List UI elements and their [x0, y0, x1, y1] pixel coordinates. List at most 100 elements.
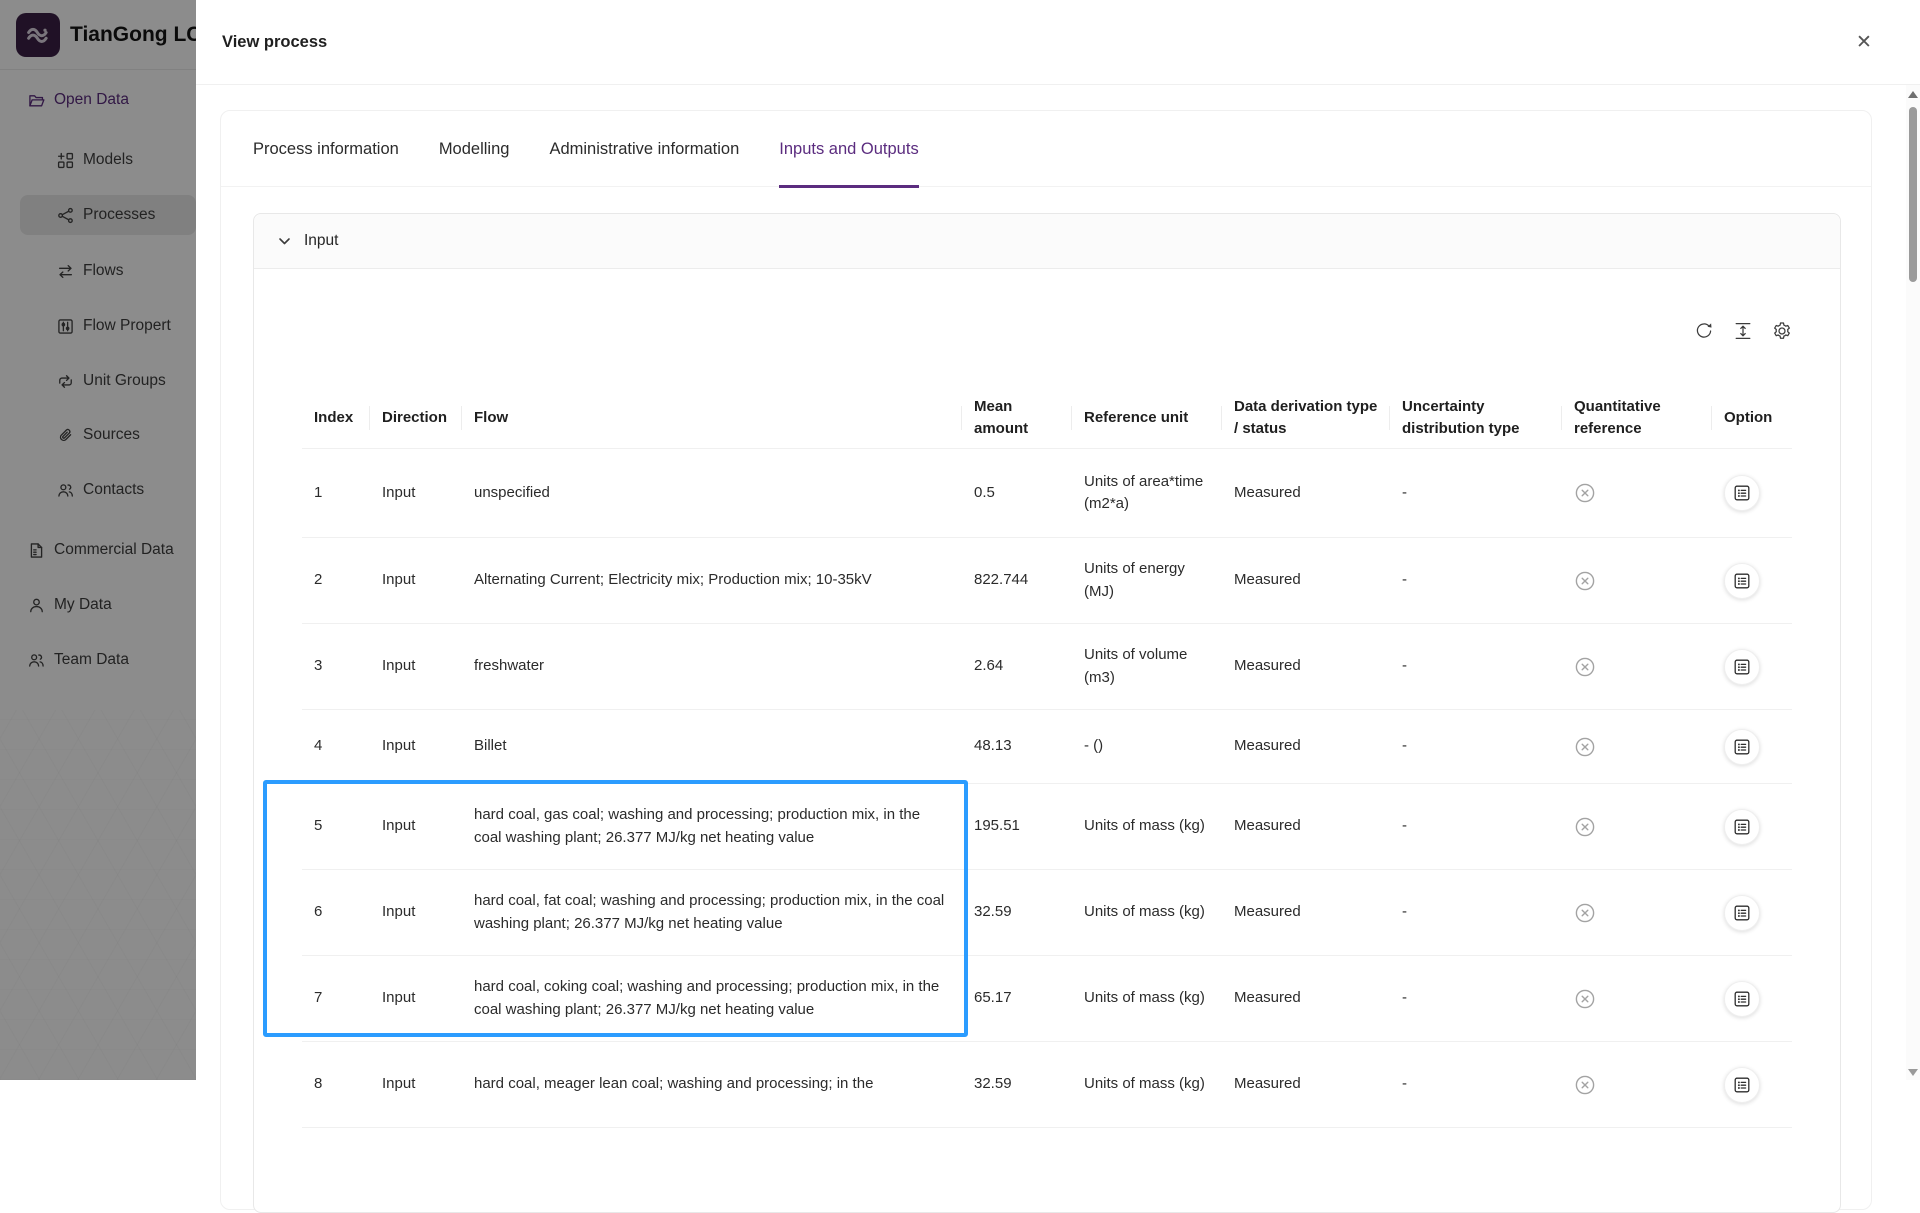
close-circle-icon [1574, 482, 1596, 504]
cell-mean-amount: 2.64 [962, 624, 1072, 709]
cell-data-derivation: Measured [1222, 538, 1390, 623]
scrollbar[interactable] [1906, 85, 1920, 1080]
cell-quantitative-reference [1562, 538, 1712, 623]
tab-bar: Process information Modelling Administra… [221, 111, 1871, 187]
triangle-up-icon[interactable] [1908, 91, 1918, 98]
tab-administrative-information[interactable]: Administrative information [549, 111, 739, 187]
cell-quantitative-reference [1562, 784, 1712, 869]
settings-gear-icon[interactable] [1772, 321, 1792, 341]
option-button[interactable] [1724, 895, 1760, 931]
cell-index: 4 [302, 710, 370, 783]
table-row: 1 Input unspecified 0.5 Units of area*ti… [302, 449, 1792, 538]
view-process-modal: View process ✕ Process information Model… [196, 0, 1920, 1080]
close-circle-icon [1574, 816, 1596, 838]
cell-direction: Input [370, 956, 462, 1041]
modal-title: View process [222, 0, 327, 84]
option-button[interactable] [1724, 1067, 1760, 1103]
cell-mean-amount: 195.51 [962, 784, 1072, 869]
col-header-direction: Direction [370, 388, 462, 448]
cell-uncertainty: - [1390, 449, 1562, 537]
cell-data-derivation: Measured [1222, 449, 1390, 537]
cell-reference-unit: Units of volume (m3) [1072, 624, 1222, 709]
input-collapse-header[interactable]: Input [254, 214, 1840, 269]
section-title: Input [304, 232, 338, 250]
table-row: 7 Input hard coal, coking coal; washing … [302, 956, 1792, 1042]
modal-header-divider [196, 84, 1920, 85]
table-toolbar [302, 319, 1792, 343]
cell-option [1712, 710, 1792, 783]
cell-mean-amount: 65.17 [962, 956, 1072, 1041]
cell-option [1712, 956, 1792, 1041]
cell-index: 1 [302, 449, 370, 537]
cell-data-derivation: Measured [1222, 784, 1390, 869]
cell-uncertainty: - [1390, 710, 1562, 783]
cell-quantitative-reference [1562, 870, 1712, 955]
cell-index: 3 [302, 624, 370, 709]
option-button[interactable] [1724, 649, 1760, 685]
cell-data-derivation: Measured [1222, 710, 1390, 783]
input-collapse-panel: Input Index Direc [253, 213, 1841, 1213]
close-circle-icon [1574, 570, 1596, 592]
cell-index: 8 [302, 1042, 370, 1127]
close-circle-icon [1574, 736, 1596, 758]
cell-uncertainty: - [1390, 956, 1562, 1041]
close-icon[interactable]: ✕ [1848, 26, 1880, 58]
option-button[interactable] [1724, 981, 1760, 1017]
tab-process-information[interactable]: Process information [253, 111, 399, 187]
cell-uncertainty: - [1390, 784, 1562, 869]
cell-reference-unit: Units of energy (MJ) [1072, 538, 1222, 623]
cell-option [1712, 1042, 1792, 1127]
col-header-flow: Flow [462, 388, 962, 448]
cell-uncertainty: - [1390, 1042, 1562, 1127]
table-row: 3 Input freshwater 2.64 Units of volume … [302, 624, 1792, 710]
tab-modelling[interactable]: Modelling [439, 111, 510, 187]
triangle-down-icon[interactable] [1908, 1069, 1918, 1076]
tab-inputs-and-outputs[interactable]: Inputs and Outputs [779, 111, 918, 187]
close-circle-icon [1574, 656, 1596, 678]
cell-mean-amount: 32.59 [962, 870, 1072, 955]
cell-option [1712, 538, 1792, 623]
cell-flow: unspecified [462, 449, 962, 537]
option-button[interactable] [1724, 729, 1760, 765]
cell-index: 6 [302, 870, 370, 955]
cell-direction: Input [370, 624, 462, 709]
cell-uncertainty: - [1390, 538, 1562, 623]
cell-index: 7 [302, 956, 370, 1041]
scrollbar-thumb[interactable] [1909, 107, 1917, 282]
table-row: 5 Input hard coal, gas coal; washing and… [302, 784, 1792, 870]
cell-reference-unit: Units of mass (kg) [1072, 956, 1222, 1041]
col-header-option: Option [1712, 388, 1792, 448]
cell-flow: hard coal, fat coal; washing and process… [462, 870, 962, 955]
column-height-icon[interactable] [1733, 321, 1753, 341]
cell-flow: freshwater [462, 624, 962, 709]
cell-flow: Billet [462, 710, 962, 783]
cell-mean-amount: 822.744 [962, 538, 1072, 623]
cell-direction: Input [370, 449, 462, 537]
cell-uncertainty: - [1390, 870, 1562, 955]
cell-quantitative-reference [1562, 710, 1712, 783]
cell-option [1712, 784, 1792, 869]
inputs-table: Index Direction Flow Mean amount Referen… [302, 388, 1792, 1128]
cell-flow: Alternating Current; Electricity mix; Pr… [462, 538, 962, 623]
option-button[interactable] [1724, 563, 1760, 599]
cell-quantitative-reference [1562, 624, 1712, 709]
cell-reference-unit: Units of mass (kg) [1072, 1042, 1222, 1127]
option-button[interactable] [1724, 809, 1760, 845]
cell-flow: hard coal, meager lean coal; washing and… [462, 1042, 962, 1127]
table-row: 2 Input Alternating Current; Electricity… [302, 538, 1792, 624]
close-circle-icon [1574, 902, 1596, 924]
close-circle-icon [1574, 988, 1596, 1010]
table-row: 6 Input hard coal, fat coal; washing and… [302, 870, 1792, 956]
cell-quantitative-reference [1562, 449, 1712, 537]
cell-quantitative-reference [1562, 956, 1712, 1041]
cell-reference-unit: Units of mass (kg) [1072, 870, 1222, 955]
col-header-quantitative-reference: Quantitative reference [1562, 388, 1712, 448]
table-body: 1 Input unspecified 0.5 Units of area*ti… [302, 449, 1792, 1128]
reload-icon[interactable] [1694, 321, 1714, 341]
table-row: 8 Input hard coal, meager lean coal; was… [302, 1042, 1792, 1128]
cell-direction: Input [370, 538, 462, 623]
cell-uncertainty: - [1390, 624, 1562, 709]
col-header-uncertainty: Uncertainty distribution type [1390, 388, 1562, 448]
option-button[interactable] [1724, 475, 1760, 511]
chevron-down-icon [278, 235, 291, 248]
